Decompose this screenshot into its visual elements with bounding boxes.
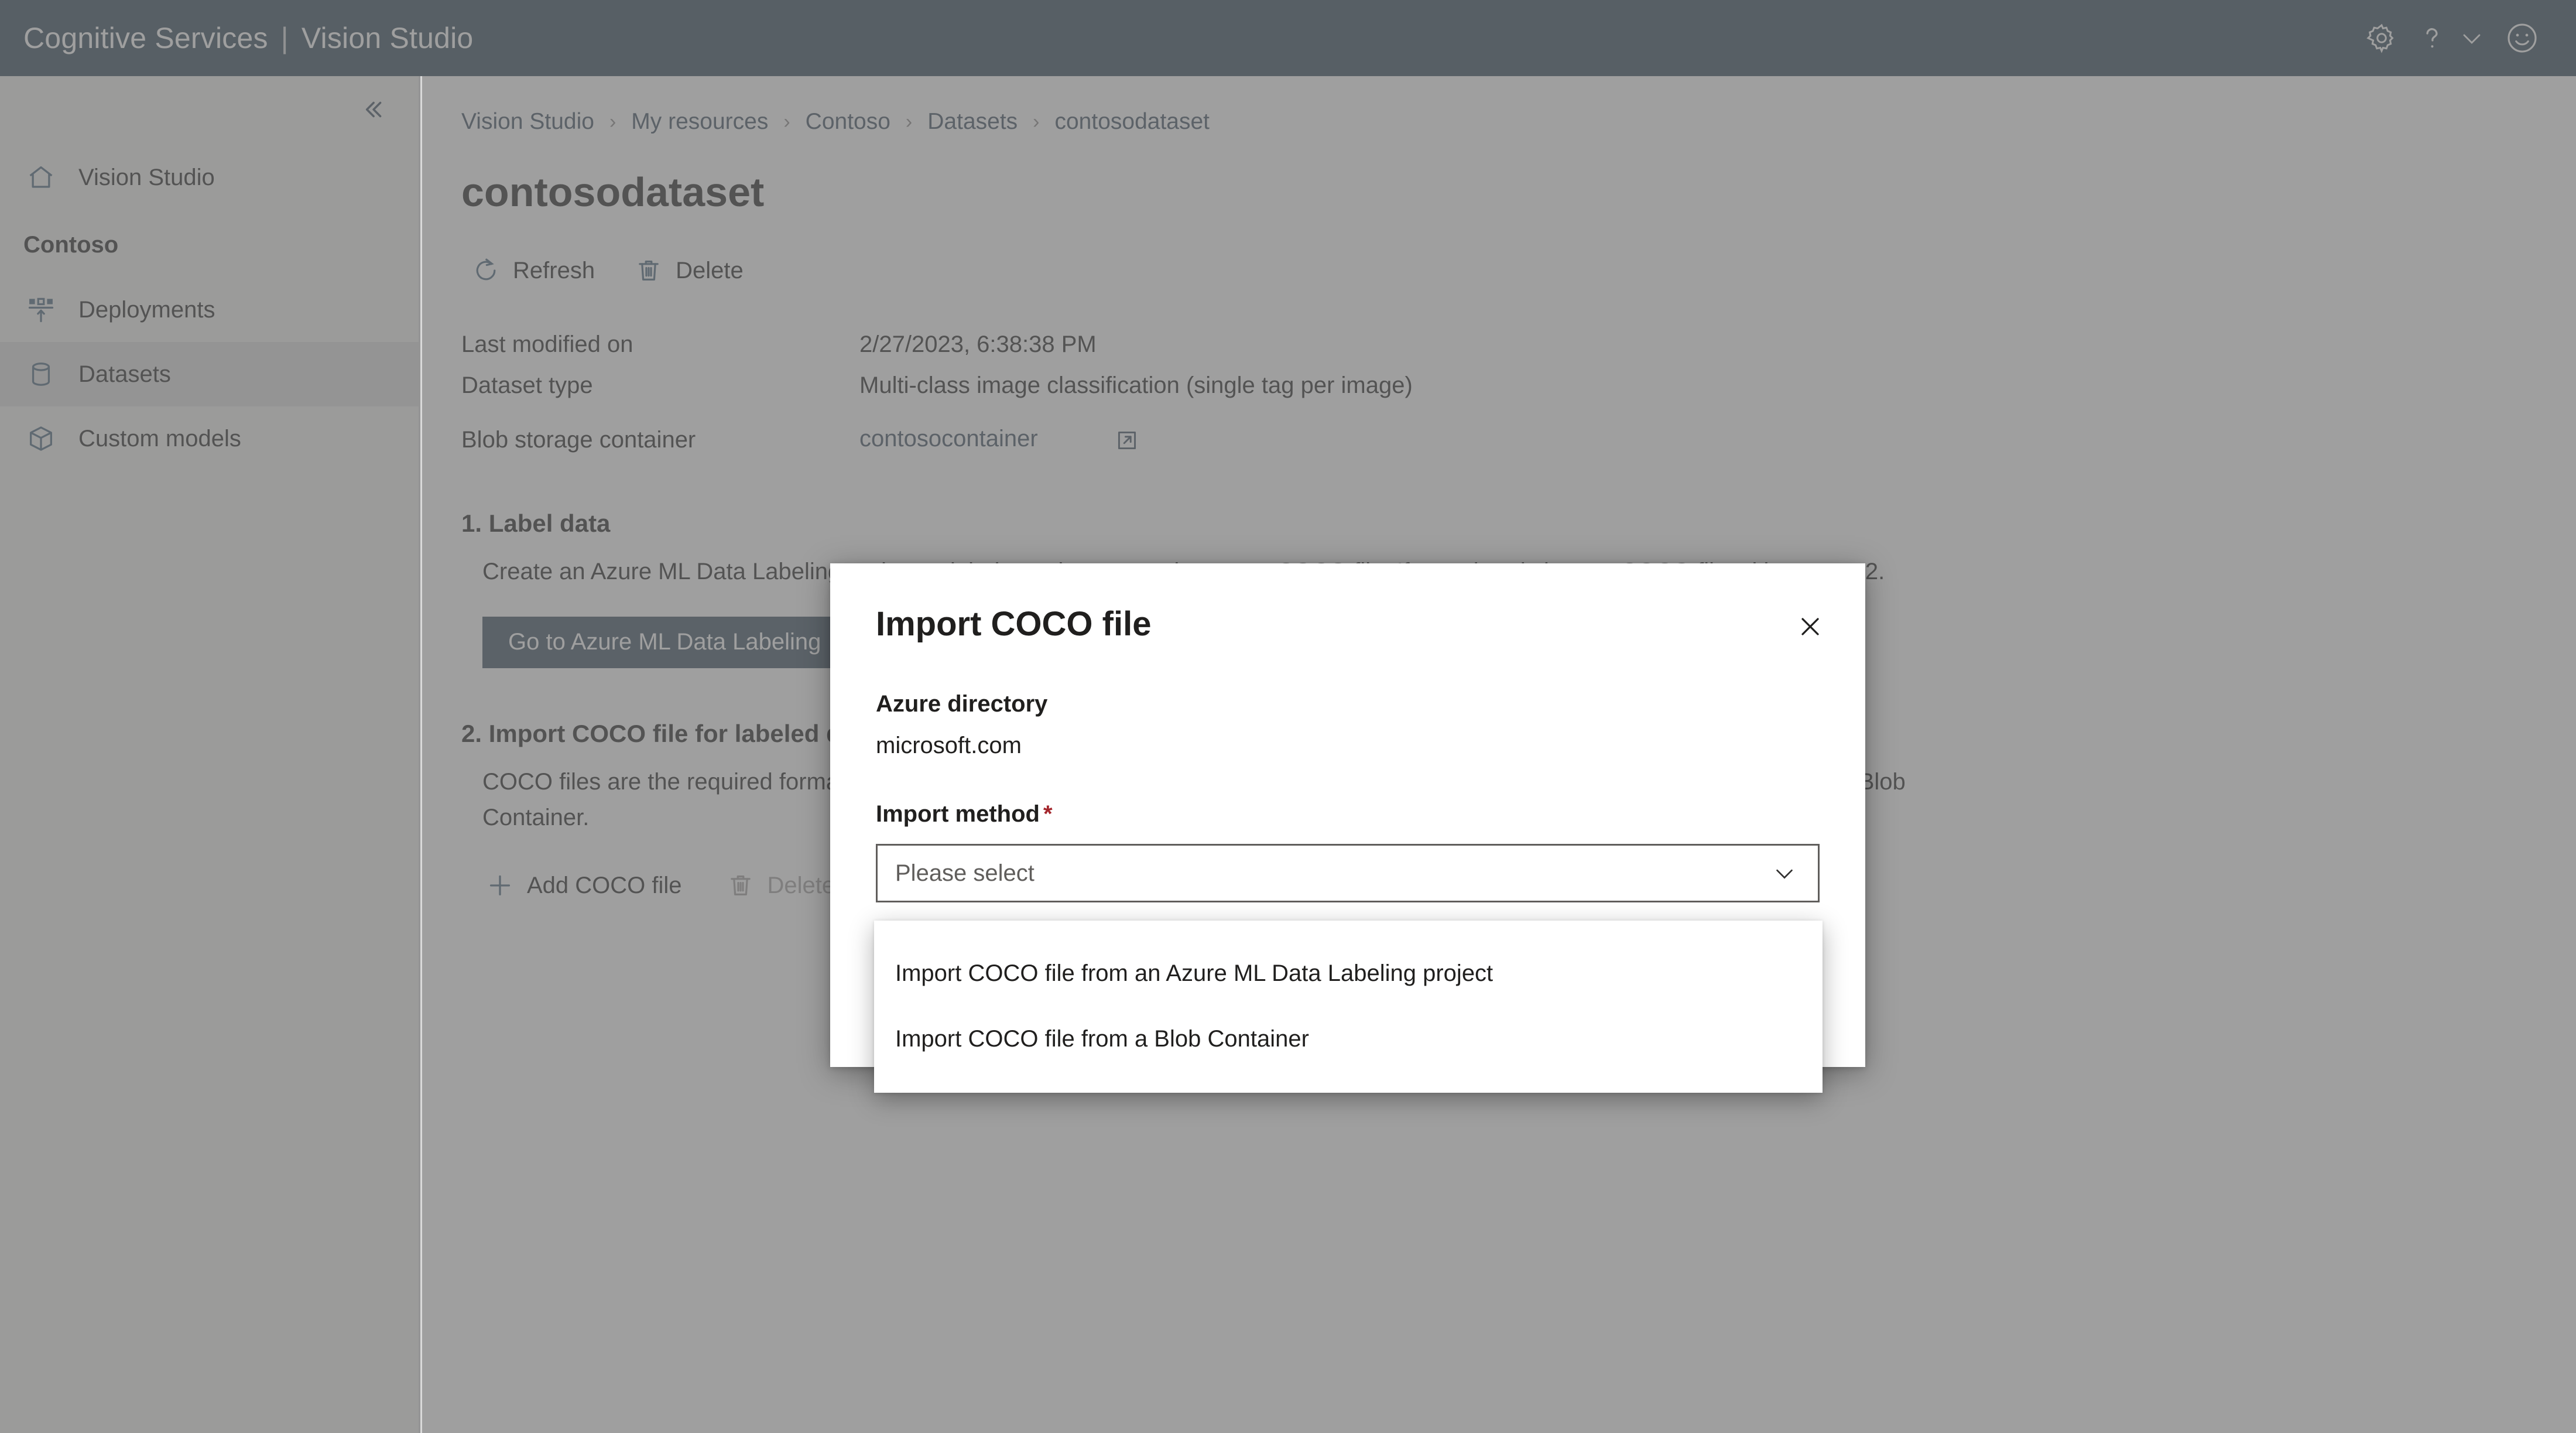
- app-title-separator: |: [280, 22, 289, 54]
- sidebar-group-label: Contoso: [23, 231, 119, 258]
- add-coco-file-label: Add COCO file: [527, 872, 682, 898]
- property-key: Last modified on: [461, 331, 633, 357]
- page-title: contosodataset: [461, 169, 765, 215]
- breadcrumb-separator: ›: [609, 111, 616, 133]
- property-row-blob-container: Blob storage container contosocontainer: [461, 413, 2576, 466]
- delete-coco-file-button: Delete: [716, 862, 849, 909]
- import-method-select[interactable]: Please select: [876, 844, 1820, 902]
- chevron-down-icon: [1769, 857, 1800, 889]
- breadcrumb-item-contoso[interactable]: Contoso: [806, 109, 890, 135]
- delete-label: Delete: [676, 257, 744, 283]
- azure-directory-value: microsoft.com: [876, 733, 1022, 758]
- close-icon: [1795, 611, 1825, 645]
- trash-icon: [633, 255, 664, 286]
- app-title-app: Vision Studio: [301, 22, 474, 54]
- listbox-option-azure-ml-data-labeling[interactable]: Import COCO file from an Azure ML Data L…: [874, 940, 1823, 1006]
- property-value: 2/27/2023, 6:38:38 PM: [859, 331, 1097, 357]
- listbox-option-blob-container[interactable]: Import COCO file from a Blob Container: [874, 1006, 1823, 1072]
- property-value: contosocontainer: [859, 426, 1140, 453]
- sidebar-collapse-row: [0, 76, 419, 145]
- double-chevron-left-icon: [357, 95, 386, 127]
- trash-icon: [725, 870, 756, 901]
- header-actions: [2354, 10, 2550, 66]
- delete-coco-file-label: Delete: [767, 872, 835, 898]
- property-row: Last modified on 2/27/2023, 6:38:38 PM: [461, 331, 2576, 372]
- page-command-bar: Refresh Delete: [461, 247, 2576, 294]
- add-coco-file-button[interactable]: Add COCO file: [475, 862, 696, 909]
- sidebar-item-label: Datasets: [78, 361, 171, 387]
- app-title-product: Cognitive Services: [23, 22, 268, 54]
- external-link-icon[interactable]: [1114, 427, 1140, 454]
- property-row: Dataset type Multi-class image classific…: [461, 372, 2576, 413]
- section-title: 1. Label data: [461, 509, 611, 537]
- dialog-header: Import COCO file: [830, 563, 1865, 649]
- dialog-title: Import COCO file: [876, 605, 1152, 643]
- question-icon: [2416, 22, 2448, 54]
- import-method-listbox: Import COCO file from an Azure ML Data L…: [874, 921, 1823, 1093]
- breadcrumb-item-contosodataset[interactable]: contosodataset: [1054, 109, 1210, 135]
- delete-button[interactable]: Delete: [624, 247, 758, 294]
- help-button[interactable]: [2414, 10, 2450, 66]
- required-marker: *: [1043, 801, 1053, 827]
- chevron-down-icon: [2458, 24, 2486, 52]
- sidebar: Vision Studio Contoso Deployments Datase…: [0, 76, 420, 1433]
- refresh-icon: [471, 255, 501, 286]
- breadcrumb-separator: ›: [783, 111, 790, 133]
- settings-button[interactable]: [2354, 10, 2410, 66]
- refresh-button[interactable]: Refresh: [461, 247, 609, 294]
- import-method-select-placeholder: Please select: [895, 860, 1034, 886]
- blob-container-link[interactable]: contosocontainer: [859, 426, 1038, 452]
- dialog-body: Azure directory microsoft.com Import met…: [830, 691, 1865, 902]
- plus-icon: [485, 870, 515, 901]
- property-key: Dataset type: [461, 372, 593, 398]
- app-header: Cognitive Services | Vision Studio: [0, 0, 2576, 76]
- help-menu-chevron[interactable]: [2454, 10, 2489, 66]
- sidebar-item-vision-studio[interactable]: Vision Studio: [0, 145, 419, 210]
- breadcrumb-separator: ›: [905, 111, 913, 133]
- collapse-sidebar-button[interactable]: [353, 92, 390, 129]
- import-method-label: Import method *: [876, 801, 1820, 827]
- import-method-label-text: Import method: [876, 801, 1040, 827]
- go-to-azure-ml-data-labeling-button[interactable]: Go to Azure ML Data Labeling: [482, 616, 847, 668]
- breadcrumb-item-datasets[interactable]: Datasets: [927, 109, 1018, 135]
- breadcrumb-item-my-resources[interactable]: My resources: [631, 109, 768, 135]
- gear-icon: [2365, 22, 2398, 54]
- dataset-properties: Last modified on 2/27/2023, 6:38:38 PM D…: [461, 331, 2576, 466]
- sidebar-item-datasets[interactable]: Datasets: [0, 342, 419, 406]
- breadcrumb-item-vision-studio[interactable]: Vision Studio: [461, 109, 594, 135]
- close-dialog-button[interactable]: [1789, 607, 1831, 649]
- sidebar-item-custom-models[interactable]: Custom models: [0, 406, 419, 471]
- sidebar-item-label: Vision Studio: [78, 164, 215, 190]
- sidebar-item-deployments[interactable]: Deployments: [0, 278, 419, 342]
- sidebar-item-label: Custom models: [78, 425, 241, 452]
- database-icon: [23, 357, 59, 392]
- box-icon: [23, 421, 59, 456]
- deployments-icon: [23, 292, 59, 327]
- breadcrumb: Vision Studio › My resources › Contoso ›…: [461, 105, 2576, 138]
- app-title: Cognitive Services | Vision Studio: [23, 21, 473, 55]
- property-value: Multi-class image classification (single…: [859, 372, 1413, 398]
- sidebar-item-label: Deployments: [78, 296, 215, 323]
- property-key: Blob storage container: [461, 426, 696, 453]
- smiley-icon: [2505, 20, 2540, 56]
- azure-directory-label: Azure directory: [876, 691, 1048, 717]
- feedback-button[interactable]: [2494, 10, 2550, 66]
- breadcrumb-separator: ›: [1033, 111, 1040, 133]
- home-icon: [23, 160, 59, 195]
- refresh-label: Refresh: [513, 257, 595, 283]
